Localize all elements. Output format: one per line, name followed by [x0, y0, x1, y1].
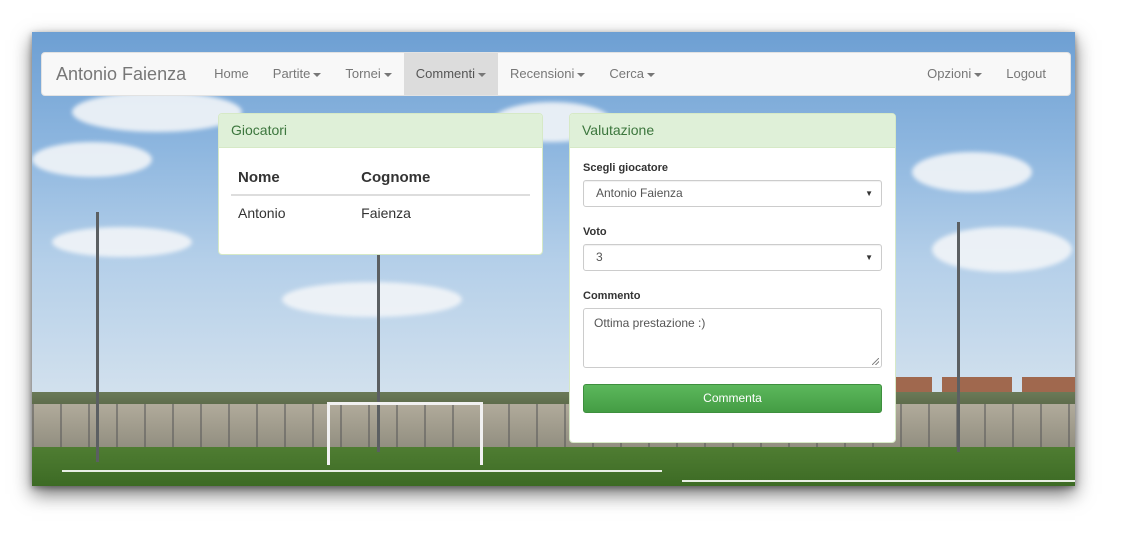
giocatori-panel: Giocatori Nome Cognome Antonio Faienza [218, 113, 543, 255]
nav-item-commenti-label: Commenti [415, 66, 476, 81]
comment-textarea[interactable]: Ottima prestazione :) [583, 308, 882, 368]
app-window: Antonio Faienza Home Partite Tornei Comm… [32, 32, 1075, 486]
resize-handle-icon[interactable] [872, 358, 879, 365]
commenta-button[interactable]: Commenta [583, 384, 882, 413]
top-navbar: Antonio Faienza Home Partite Tornei Comm… [41, 52, 1071, 96]
nav-item-cerca[interactable]: Cerca [597, 53, 667, 95]
dropdown-arrow-icon: ▼ [865, 253, 873, 262]
cell-cognome: Faienza [361, 205, 411, 221]
caret-down-icon [647, 72, 656, 77]
caret-down-icon [974, 72, 983, 77]
player-select-value: Antonio Faienza [596, 186, 683, 200]
nav-item-commenti[interactable]: Commenti [403, 53, 499, 95]
vote-select[interactable]: 3 ▼ [583, 244, 882, 271]
caret-down-icon [313, 72, 322, 77]
dropdown-arrow-icon: ▼ [865, 189, 873, 198]
valutazione-panel-heading: Valutazione [570, 114, 895, 148]
nav-item-partite-label: Partite [272, 66, 311, 81]
comment-label: Commento [583, 290, 641, 302]
valutazione-panel: Valutazione Scegli giocatore Antonio Fai… [569, 113, 896, 443]
cell-nome: Antonio [238, 205, 286, 221]
player-select-label: Scegli giocatore [583, 162, 668, 174]
caret-down-icon [478, 72, 487, 77]
vote-select-label: Voto [583, 226, 607, 238]
background-soccer-field-image [32, 32, 1075, 486]
giocatori-table: Nome Cognome Antonio Faienza [231, 162, 530, 228]
valutazione-form: Scegli giocatore Antonio Faienza ▼ Voto … [570, 148, 895, 413]
table-row[interactable]: Antonio Faienza [231, 196, 530, 228]
vote-select-value: 3 [596, 250, 603, 264]
nav-item-tornei-label: Tornei [345, 66, 381, 81]
caret-down-icon [383, 72, 392, 77]
nav-item-recensioni[interactable]: Recensioni [498, 53, 597, 95]
player-select[interactable]: Antonio Faienza ▼ [583, 180, 882, 207]
nav-item-opzioni-label: Opzioni [927, 66, 972, 81]
nav-item-logout-label: Logout [1006, 66, 1046, 81]
nav-item-logout[interactable]: Logout [994, 53, 1070, 95]
giocatori-panel-heading: Giocatori [219, 114, 542, 148]
table-header-row: Nome Cognome [231, 162, 530, 196]
navbar-brand[interactable]: Antonio Faienza [42, 64, 202, 85]
column-header-nome: Nome [238, 169, 280, 186]
nav-item-opzioni[interactable]: Opzioni [915, 53, 994, 95]
caret-down-icon [577, 72, 586, 77]
nav-item-partite[interactable]: Partite [261, 53, 334, 95]
navbar-right: Opzioni Logout [915, 53, 1070, 95]
nav-item-cerca-label: Cerca [609, 66, 645, 81]
comment-text: Ottima prestazione :) [594, 316, 706, 330]
column-header-cognome: Cognome [361, 169, 431, 186]
nav-item-home-label: Home [214, 66, 249, 81]
nav-item-tornei[interactable]: Tornei [333, 53, 403, 95]
nav-item-recensioni-label: Recensioni [510, 66, 575, 81]
nav-item-home[interactable]: Home [202, 53, 261, 95]
